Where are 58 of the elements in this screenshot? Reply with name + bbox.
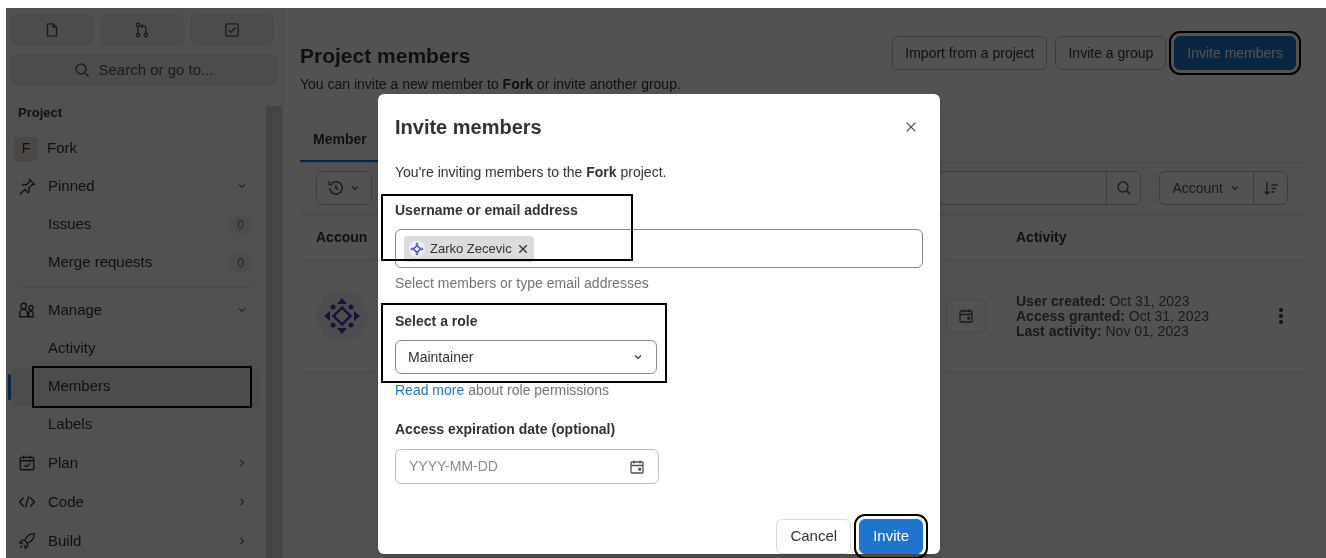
users-icon bbox=[18, 301, 36, 319]
field-label: Access expiration date (optional) bbox=[395, 420, 616, 439]
section-label: Project bbox=[17, 104, 64, 122]
header-button[interactable]: Invite a group bbox=[1055, 36, 1167, 70]
page-title: Project members bbox=[300, 43, 471, 69]
nav-item[interactable]: Labels bbox=[12, 405, 260, 444]
remove-icon[interactable] bbox=[516, 242, 529, 255]
nav-group[interactable]: Code bbox=[12, 482, 260, 522]
checkbox-icon-button[interactable] bbox=[190, 14, 274, 46]
page-description: You can invite a new member to Fork or invite another group. bbox=[300, 74, 681, 94]
date-field[interactable] bbox=[946, 299, 986, 333]
token-avatar bbox=[409, 240, 425, 257]
header-button[interactable]: Import from a project bbox=[892, 36, 1048, 70]
sort-direction-button[interactable] bbox=[1254, 171, 1288, 205]
merge-request-icon bbox=[133, 21, 151, 39]
date-placeholder: YYYY-MM-DD bbox=[409, 457, 498, 476]
field-label: Select a role bbox=[395, 312, 478, 331]
modal-title: Invite members bbox=[395, 115, 542, 140]
pin-icon bbox=[18, 177, 36, 195]
nav-group[interactable]: Manage bbox=[12, 290, 260, 330]
more-actions-icon[interactable] bbox=[1278, 307, 1284, 325]
column-header: Accoun bbox=[316, 227, 369, 247]
help-text: Read more about role permissions bbox=[395, 381, 609, 400]
field-label: Username or email address bbox=[395, 201, 578, 220]
sort-icon bbox=[1262, 180, 1279, 196]
history-button[interactable] bbox=[316, 171, 372, 205]
search-icon bbox=[1115, 180, 1132, 196]
date-input[interactable]: YYYY-MM-DD bbox=[395, 449, 659, 484]
nav-group[interactable]: Plan bbox=[12, 443, 260, 483]
project-link[interactable]: F Fork bbox=[12, 130, 260, 167]
calendar-icon bbox=[18, 454, 36, 472]
checkbox-icon bbox=[223, 21, 241, 39]
column-header: Activity bbox=[1016, 227, 1067, 247]
search-icon bbox=[74, 62, 91, 78]
close-icon bbox=[904, 120, 918, 134]
modal-button[interactable]: Cancel bbox=[776, 519, 852, 554]
rocket-icon bbox=[18, 532, 36, 550]
code-icon bbox=[18, 493, 36, 511]
help-text: Select members or type email addresses bbox=[395, 274, 649, 293]
activity-line: User created: Oct 31, 2023 bbox=[1016, 293, 1191, 309]
calendar-icon bbox=[629, 458, 645, 475]
calendar-icon bbox=[958, 308, 974, 324]
role-select[interactable]: Maintainer bbox=[395, 340, 657, 374]
merge-request-icon-button[interactable] bbox=[100, 14, 184, 46]
nav-group[interactable]: Build bbox=[12, 521, 260, 558]
active-indicator bbox=[8, 373, 11, 400]
nav-item[interactable]: Activity bbox=[12, 329, 260, 368]
project-avatar: F bbox=[14, 136, 38, 161]
sort-dropdown[interactable]: Account bbox=[1159, 171, 1254, 205]
activity-line: Last activity: Nov 01, 2023 bbox=[1016, 323, 1190, 339]
document-icon-button[interactable] bbox=[10, 14, 94, 46]
activity-line: Access granted: Oct 31, 2023 bbox=[1016, 308, 1210, 324]
history-icon bbox=[327, 179, 345, 197]
username-field[interactable]: Zarko Zecevic bbox=[395, 229, 923, 268]
read-more-link[interactable]: Read more bbox=[395, 382, 465, 398]
modal-intro: You're inviting members to the Fork project. bbox=[395, 163, 667, 182]
user-token: Zarko Zecevic bbox=[404, 235, 534, 262]
nav-group[interactable]: Pinned bbox=[12, 166, 260, 206]
